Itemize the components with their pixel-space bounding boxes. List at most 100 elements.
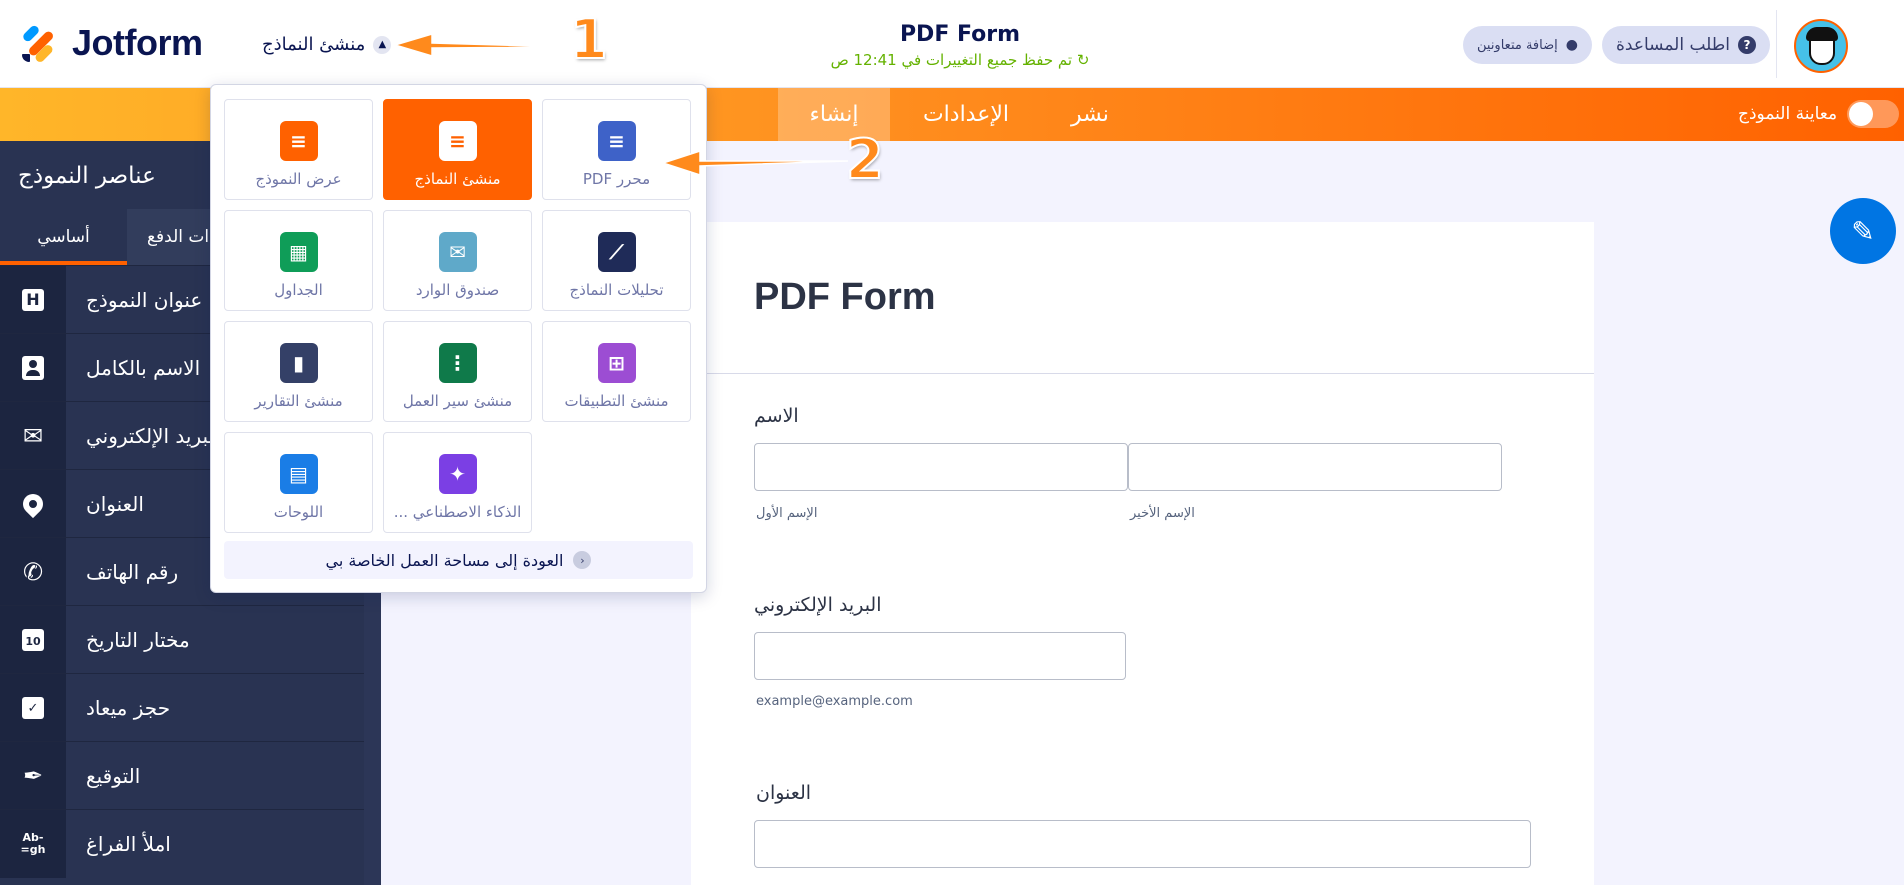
- sidebar-item-signature[interactable]: ✒ التوقيع: [0, 741, 364, 810]
- tab-basic[interactable]: أساسي: [0, 209, 127, 265]
- save-status: تم حفظ جميع التغييرات في 12:41 ص ↻: [760, 51, 1160, 69]
- calendar-icon: 10: [0, 605, 66, 674]
- workflow-icon: ⋮: [438, 343, 477, 383]
- tile-label: صندوق الوارد: [415, 281, 500, 299]
- form-heading[interactable]: PDF Form: [754, 276, 936, 319]
- sidebar-item-label: التوقيع: [86, 763, 141, 788]
- address-input[interactable]: [754, 820, 1531, 868]
- form-designer-button[interactable]: ✎: [1830, 198, 1896, 264]
- chevron-left-icon: ‹: [573, 551, 592, 569]
- sidebar-item-label: عنوان النموذج: [86, 287, 203, 312]
- tables-icon: ▦: [279, 232, 318, 272]
- inbox-icon: ✉: [438, 232, 477, 272]
- back-label: العودة إلى مساحة العمل الخاصة بي: [325, 550, 564, 570]
- user-icon: ●: [1565, 37, 1578, 53]
- sidebar-item-label: املأ الفراغ: [86, 831, 171, 856]
- ai-icon: ✦: [438, 454, 477, 494]
- sidebar-item-label: حجز ميعاد: [86, 695, 171, 720]
- save-status-text: تم حفظ جميع التغييرات في 12:41 ص: [830, 51, 1073, 69]
- tile-label: منشئ سير العمل: [402, 392, 513, 410]
- sidebar-item-label: البريد الإلكتروني: [86, 423, 221, 448]
- sidebar-item-label: رقم الهاتف: [86, 559, 179, 584]
- tile-label: منشئ التطبيقات: [564, 392, 669, 410]
- tile-app-builder[interactable]: ⊞ منشئ التطبيقات: [542, 321, 691, 422]
- tile-boards[interactable]: ▤ اللوحات: [224, 432, 373, 533]
- tile-report-builder[interactable]: ▮ منشئ التقارير: [224, 321, 373, 422]
- tile-workflow-builder[interactable]: ⋮ منشئ سير العمل: [383, 321, 532, 422]
- tile-label: اللوحات: [273, 503, 324, 521]
- boards-icon: ▤: [279, 454, 318, 494]
- envelope-icon: ✉: [0, 401, 66, 470]
- refresh-icon: ↻: [1076, 51, 1090, 69]
- annotation-step-1: 1: [569, 7, 609, 72]
- sidebar-item-label: الاسم بالكامل: [86, 355, 201, 380]
- add-collaborators-button[interactable]: إضافة متعاونين ●: [1463, 26, 1592, 64]
- invite-label: إضافة متعاونين: [1477, 37, 1558, 53]
- header-divider: [1776, 10, 1777, 78]
- avatar[interactable]: [1794, 19, 1848, 73]
- form-title-block: PDF Form تم حفظ جميع التغييرات في 12:41 …: [760, 22, 1160, 69]
- report-builder-icon: ▮: [279, 343, 318, 383]
- tile-form-analytics[interactable]: ⟋ تحليلات النماذج: [542, 210, 691, 311]
- form-heading-divider: [691, 373, 1594, 374]
- sidebar-item-label: مختار التاريخ: [86, 627, 190, 652]
- form-title[interactable]: PDF Form: [760, 22, 1160, 47]
- sidebar-item-appointment[interactable]: ✓ حجز ميعاد: [0, 673, 364, 742]
- tile-label: منشئ النماذج: [414, 170, 501, 188]
- last-name-input[interactable]: [1128, 443, 1502, 491]
- heading-icon: H: [0, 265, 66, 334]
- fill-blank-icon: Ab- =gh: [0, 809, 66, 878]
- builder-switch-label: منشئ النماذج: [262, 34, 366, 55]
- annotation-arrow-1: [392, 32, 571, 58]
- form-builder-icon: ≡: [438, 121, 477, 161]
- tile-label: تحليلات النماذج: [569, 281, 664, 299]
- email-input[interactable]: [754, 632, 1126, 680]
- preview-switch[interactable]: [1847, 100, 1900, 128]
- preview-form-toggle[interactable]: معاينة النموذج: [1738, 100, 1900, 128]
- preview-label: معاينة النموذج: [1738, 104, 1838, 124]
- tile-label: الجداول: [274, 281, 323, 299]
- top-header: Jotform منشئ النماذج ▲ PDF Form تم حفظ ج…: [0, 0, 1904, 88]
- chevron-up-icon: ▲: [373, 35, 392, 54]
- tab-settings[interactable]: الإعدادات: [910, 88, 1022, 141]
- first-name-sublabel: الإسم الأول: [756, 506, 818, 521]
- tile-label: عرض النموذج: [255, 170, 342, 188]
- last-name-sublabel: الإسم الأخير: [1130, 506, 1195, 521]
- sidebar-item-label: العنوان: [86, 491, 144, 516]
- pdf-editor-icon: ≡: [597, 121, 636, 161]
- tile-form-builder[interactable]: ≡ منشئ النماذج: [383, 99, 532, 200]
- tile-inbox[interactable]: ✉ صندوق الوارد: [383, 210, 532, 311]
- address-label: العنوان: [756, 782, 812, 804]
- tile-form-view[interactable]: ≡ عرض النموذج: [224, 99, 373, 200]
- tile-label: منشئ التقارير: [254, 392, 343, 410]
- id-card-icon: [0, 333, 66, 402]
- logo-text: Jotform: [72, 22, 203, 63]
- form-view-icon: ≡: [279, 121, 318, 161]
- jotform-logo-mark-icon: [21, 23, 60, 64]
- product-switcher-dropdown: ≡ PDF محرر ≡ منشئ النماذج ≡ عرض النموذج …: [210, 84, 707, 593]
- tile-label: ... الذكاء الاصطناعي: [393, 503, 522, 521]
- tile-tables[interactable]: ▦ الجداول: [224, 210, 373, 311]
- analytics-icon: ⟋: [597, 232, 636, 272]
- back-to-workspace-link[interactable]: ‹ العودة إلى مساحة العمل الخاصة بي: [224, 541, 693, 579]
- help-label: اطلب المساعدة: [1616, 35, 1731, 55]
- jotform-logo[interactable]: Jotform: [21, 22, 203, 64]
- tile-ai-agents[interactable]: ✦ ... الذكاء الاصطناعي: [383, 432, 532, 533]
- sidebar-item-fill-blank[interactable]: Ab- =gh املأ الفراغ: [0, 809, 364, 878]
- builder-switch-dropdown[interactable]: منشئ النماذج ▲: [262, 34, 392, 55]
- get-help-button[interactable]: اطلب المساعدة ?: [1602, 26, 1771, 64]
- form-card: [691, 222, 1594, 885]
- avatar-hair: [1806, 27, 1838, 41]
- question-icon: ?: [1738, 36, 1757, 54]
- sidebar-item-date-picker[interactable]: 10 مختار التاريخ: [0, 605, 364, 674]
- email-label: البريد الإلكتروني: [754, 594, 882, 616]
- first-name-input[interactable]: [754, 443, 1128, 491]
- paint-roller-icon: ✎: [1851, 214, 1875, 248]
- annotation-arrow-2: [660, 149, 849, 177]
- tab-publish[interactable]: نشر: [1050, 88, 1130, 141]
- app-builder-icon: ⊞: [597, 343, 636, 383]
- annotation-step-2: 2: [845, 127, 885, 192]
- tile-label: PDF محرر: [582, 170, 651, 188]
- sidebar-title: عناصر النموذج: [18, 163, 156, 189]
- calendar-check-icon: ✓: [0, 673, 66, 742]
